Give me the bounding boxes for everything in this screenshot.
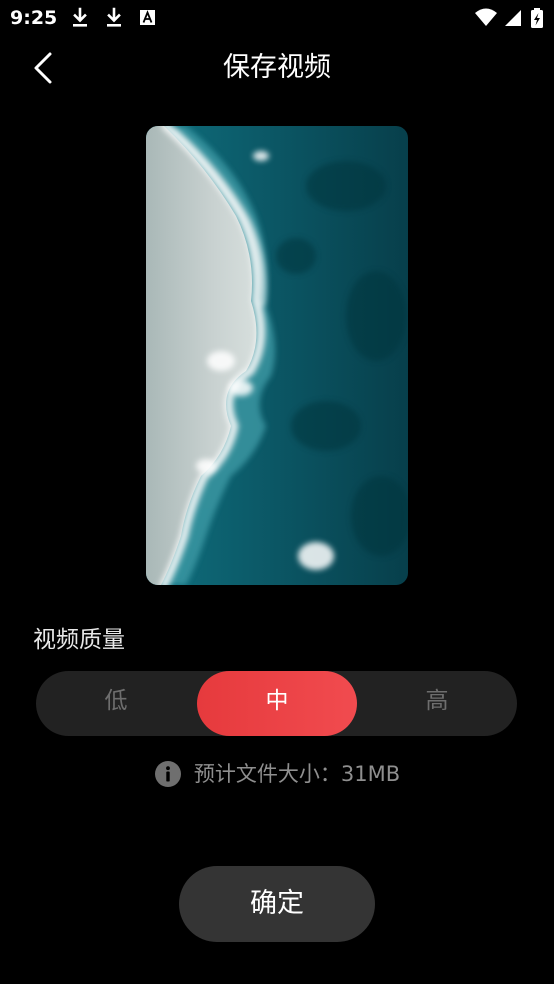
file-size-text: 预计文件大小：31MB	[193, 762, 401, 786]
quality-option-low[interactable]: 低	[36, 671, 196, 736]
video-preview-thumbnail	[146, 126, 408, 585]
cellular-signal-icon	[503, 7, 523, 29]
text-notification-icon	[138, 7, 158, 29]
battery-charging-icon	[529, 7, 545, 29]
page-title: 保存视频	[223, 52, 331, 83]
quality-segmented-control: 低 中 高	[36, 671, 517, 736]
quality-option-high[interactable]: 高	[357, 671, 517, 736]
download-icon	[70, 7, 90, 29]
video-quality-label: 视频质量	[33, 627, 125, 653]
status-bar: 9:25	[0, 0, 554, 36]
confirm-button[interactable]: 确定	[179, 866, 375, 942]
download-icon	[104, 7, 124, 29]
quality-option-medium[interactable]: 中	[197, 671, 357, 736]
info-icon	[154, 761, 181, 787]
status-time: 9:25	[10, 7, 58, 29]
estimated-file-size: 预计文件大小：31MB	[0, 756, 554, 792]
wifi-icon	[474, 7, 498, 29]
